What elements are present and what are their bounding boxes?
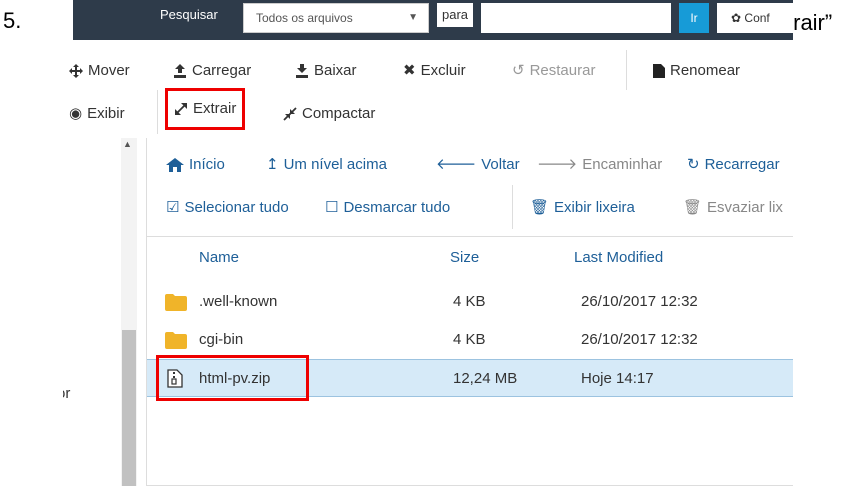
folder-icon <box>165 294 187 311</box>
undo-icon: ↺ <box>512 62 525 79</box>
step-number: 5. <box>3 8 22 33</box>
search-scope-value: Todos os arquivos <box>256 11 353 25</box>
search-label: Pesquisar <box>160 7 218 22</box>
eye-icon: ◉ <box>69 105 83 122</box>
back-link[interactable]: 🡐 Voltar <box>436 150 520 180</box>
tree-item-label: or <box>63 385 71 402</box>
move-label: Mover <box>88 62 130 79</box>
deselect-all-link[interactable]: ☐ Desmarcar tudo <box>325 193 450 223</box>
nav-divider <box>512 185 513 229</box>
reload-link[interactable]: ↻ Recarregar <box>687 150 780 180</box>
caption-text: trair” <box>787 10 833 35</box>
arrow-right-icon: 🡒 <box>537 156 578 173</box>
chevron-down-icon: ▼ <box>408 12 418 23</box>
show-trash-label: Exibir lixeira <box>554 199 635 216</box>
move-button[interactable]: Mover <box>69 54 130 88</box>
extract-label: Extrair <box>193 100 237 117</box>
expand-icon <box>175 103 187 115</box>
trash-icon: 🗑 <box>530 199 550 216</box>
view-button[interactable]: ◉ Exibir <box>69 97 125 131</box>
empty-trash-link[interactable]: 🗑 Esvaziar lix <box>683 193 783 223</box>
file-size: 12,24 MB <box>453 370 518 387</box>
file-modified: 26/10/2017 12:32 <box>581 293 698 310</box>
toolbar-divider <box>157 90 158 134</box>
go-button[interactable]: Ir <box>679 3 709 33</box>
arrow-left-icon: 🡐 <box>436 156 477 173</box>
compress-label: Compactar <box>302 105 376 122</box>
move-icon <box>69 64 83 78</box>
delete-button[interactable]: ✖ Excluir <box>403 54 466 88</box>
table-row[interactable]: cgi-bin 4 KB 26/10/2017 12:32 <box>147 321 793 359</box>
search-scope-select[interactable]: Todos os arquivos ▼ <box>243 3 429 33</box>
file-icon <box>653 64 665 78</box>
folder-icon <box>165 332 187 349</box>
toolbar-divider <box>626 50 627 90</box>
select-all-link[interactable]: ☑ Selecionar tudo <box>166 193 289 223</box>
table-row[interactable]: .well-known 4 KB 26/10/2017 12:32 <box>147 283 793 321</box>
empty-trash-label: Esvaziar lix <box>707 199 783 216</box>
upload-button[interactable]: Carregar <box>173 54 251 88</box>
download-icon <box>296 64 308 78</box>
checkbox-empty-icon: ☐ <box>325 199 339 216</box>
upload-label: Carregar <box>192 62 252 79</box>
reload-label: Recarregar <box>704 156 780 173</box>
deselect-all-label: Desmarcar tudo <box>343 199 451 216</box>
up-one-level-link[interactable]: ↥ Um nível acima <box>266 150 387 180</box>
scroll-up-icon[interactable]: ▲ <box>123 139 132 149</box>
back-label: Voltar <box>481 156 520 173</box>
home-link[interactable]: Início <box>166 150 225 180</box>
settings-button[interactable]: ✿ Conf <box>717 3 793 33</box>
settings-label: Conf <box>744 11 770 25</box>
select-all-label: Selecionar tudo <box>184 199 289 216</box>
file-manager-screenshot: Pesquisar Todos os arquivos ▼ para Ir ✿ … <box>63 0 793 486</box>
column-header-modified[interactable]: Last Modified <box>574 249 663 266</box>
home-label: Início <box>189 156 225 173</box>
file-size: 4 KB <box>453 331 486 348</box>
restore-button[interactable]: ↺ Restaurar <box>512 54 595 88</box>
delete-icon: ✖ <box>403 62 416 79</box>
delete-label: Excluir <box>420 62 466 79</box>
up-one-level-label: Um nível acima <box>283 156 387 173</box>
download-label: Baixar <box>314 62 357 79</box>
file-list: Name Size Last Modified .well-known 4 KB… <box>146 236 793 486</box>
column-header-size[interactable]: Size <box>450 249 479 266</box>
show-trash-link[interactable]: 🗑 Exibir lixeira <box>530 193 635 223</box>
file-name: .well-known <box>199 293 278 310</box>
level-up-icon: ↥ <box>266 156 279 173</box>
gear-icon: ✿ <box>731 11 742 25</box>
file-modified: 26/10/2017 12:32 <box>581 331 698 348</box>
restore-label: Restaurar <box>529 62 596 79</box>
download-button[interactable]: Baixar <box>295 54 357 88</box>
rename-button[interactable]: Renomear <box>653 54 740 88</box>
rename-label: Renomear <box>670 62 741 79</box>
trash-icon: 🗑 <box>683 199 703 216</box>
compress-icon <box>283 107 297 121</box>
forward-label: Encaminhar <box>582 156 663 173</box>
compress-button[interactable]: Compactar <box>283 97 375 131</box>
refresh-icon: ↻ <box>687 156 700 173</box>
upload-icon <box>174 64 186 78</box>
highlight-box <box>156 355 309 401</box>
file-name: cgi-bin <box>199 331 244 348</box>
home-icon <box>166 158 184 172</box>
scrollbar-thumb[interactable] <box>122 330 136 486</box>
file-size: 4 KB <box>453 293 486 310</box>
search-input[interactable] <box>481 3 671 33</box>
forward-link[interactable]: 🡒 Encaminhar <box>537 150 662 180</box>
extract-button[interactable]: Extrair <box>165 88 246 130</box>
checkbox-checked-icon: ☑ <box>166 199 180 216</box>
column-header-name[interactable]: Name <box>199 249 239 266</box>
file-modified: Hoje 14:17 <box>581 370 654 387</box>
view-label: Exibir <box>87 105 125 122</box>
search-connector-label: para <box>437 3 474 27</box>
